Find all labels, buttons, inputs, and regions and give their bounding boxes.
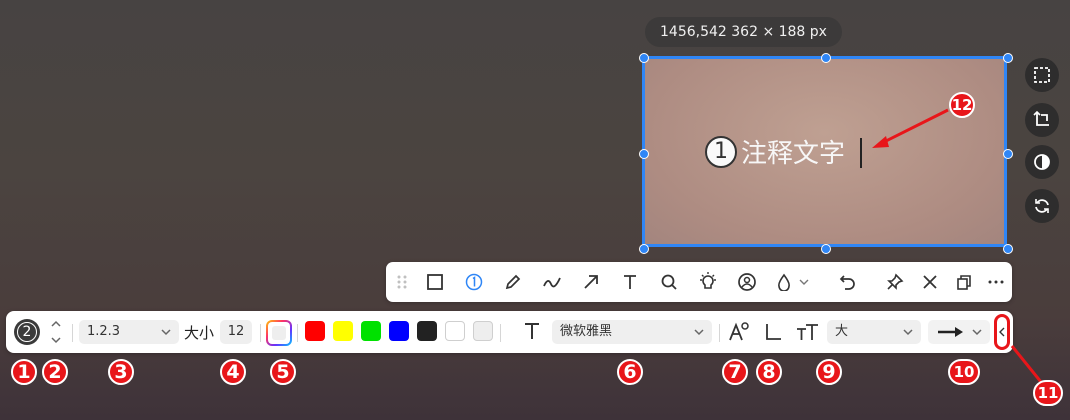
callout-3: 3 xyxy=(108,359,134,385)
font-icon xyxy=(523,321,541,345)
callout-9: 9 xyxy=(816,359,842,385)
step-number-text: 2 xyxy=(17,322,37,342)
contrast-icon[interactable] xyxy=(1025,145,1059,179)
callout-2: 2 xyxy=(42,359,68,385)
text-size-value: 大 xyxy=(835,324,849,339)
color-swatch[interactable] xyxy=(473,321,493,341)
resize-handle-w[interactable] xyxy=(639,149,649,159)
size-label: 大小 xyxy=(184,324,215,342)
number-format-value: 1.2.3 xyxy=(87,324,121,339)
chevron-down-icon xyxy=(972,320,982,353)
color-swatch[interactable] xyxy=(389,321,409,341)
rectangle-tool-icon[interactable] xyxy=(423,270,447,294)
text-size-icon[interactable] xyxy=(796,321,820,347)
more-icon[interactable] xyxy=(984,270,1008,294)
custom-color-picker[interactable] xyxy=(266,320,292,346)
chevron-down-icon xyxy=(903,320,913,353)
text-size-select[interactable]: 大 xyxy=(827,320,921,344)
color-swatch[interactable] xyxy=(417,321,437,341)
number-tool-icon[interactable] xyxy=(462,270,486,294)
angle-icon[interactable] xyxy=(763,321,783,347)
callout-7: 7 xyxy=(722,359,748,385)
resize-handle-s[interactable] xyxy=(821,244,831,254)
crop-icon[interactable] xyxy=(1025,103,1059,137)
refresh-icon[interactable] xyxy=(1025,189,1059,223)
mosaic-tool-icon[interactable] xyxy=(735,270,759,294)
resize-handle-n[interactable] xyxy=(821,53,831,63)
pencil-tool-icon[interactable] xyxy=(501,270,525,294)
close-icon[interactable] xyxy=(918,270,942,294)
resize-handle-e[interactable] xyxy=(1003,149,1013,159)
resize-handle-sw[interactable] xyxy=(639,244,649,254)
arrow-style-select[interactable] xyxy=(928,320,990,344)
color-swatch[interactable] xyxy=(361,321,381,341)
region-select-icon[interactable] xyxy=(1025,58,1059,92)
pin-icon[interactable] xyxy=(883,270,907,294)
number-format-select[interactable]: 1.2.3 xyxy=(79,320,179,344)
font-value: 微软雅黑 xyxy=(560,324,613,339)
annotation-number: 1 xyxy=(705,135,737,168)
step-number-stepper[interactable] xyxy=(49,317,63,347)
size-input[interactable]: 12 xyxy=(220,320,252,344)
dimension-label: 1456,542 362 × 188 px xyxy=(645,17,842,47)
color-swatch[interactable] xyxy=(305,321,325,341)
undo-icon[interactable] xyxy=(836,270,860,294)
magnifier-tool-icon[interactable] xyxy=(657,270,681,294)
annotation-text: 注释文字 xyxy=(741,139,846,169)
callout-8: 8 xyxy=(756,359,782,385)
property-toolbar: 2 1.2.3 大小 12 微软雅黑 大 xyxy=(6,311,1013,353)
callout-10: 10 xyxy=(948,359,980,385)
copy-icon[interactable] xyxy=(952,270,976,294)
annotation-toolbar xyxy=(386,262,1012,302)
drag-handle-icon[interactable] xyxy=(390,270,414,294)
callout-4: 4 xyxy=(220,359,246,385)
arrow-tool-icon[interactable] xyxy=(579,270,603,294)
arrow-right-icon xyxy=(938,327,963,337)
resize-handle-se[interactable] xyxy=(1003,244,1013,254)
font-style-icon[interactable] xyxy=(728,321,750,347)
callout-1: 1 xyxy=(11,359,37,385)
text-tool-icon[interactable] xyxy=(618,270,642,294)
color-swatch[interactable] xyxy=(445,321,465,341)
color-swatch[interactable] xyxy=(333,321,353,341)
freehand-tool-icon[interactable] xyxy=(540,270,564,294)
chevron-down-icon xyxy=(161,320,171,353)
blur-tool-dropdown[interactable] xyxy=(774,270,814,294)
resize-handle-nw[interactable] xyxy=(639,53,649,63)
callout-5: 5 xyxy=(270,359,296,385)
text-annotation[interactable]: 1 注释文字 xyxy=(705,133,845,170)
chevron-left-icon xyxy=(999,327,1005,337)
callout-6: 6 xyxy=(617,359,643,385)
callout-12: 12 xyxy=(949,92,975,118)
callout-11: 11 xyxy=(1033,380,1063,406)
resize-handle-ne[interactable] xyxy=(1003,53,1013,63)
font-select[interactable]: 微软雅黑 xyxy=(552,320,712,344)
step-number-badge[interactable]: 2 xyxy=(14,319,40,345)
highlight-bulb-icon[interactable] xyxy=(696,270,720,294)
chevron-down-icon xyxy=(694,320,704,353)
